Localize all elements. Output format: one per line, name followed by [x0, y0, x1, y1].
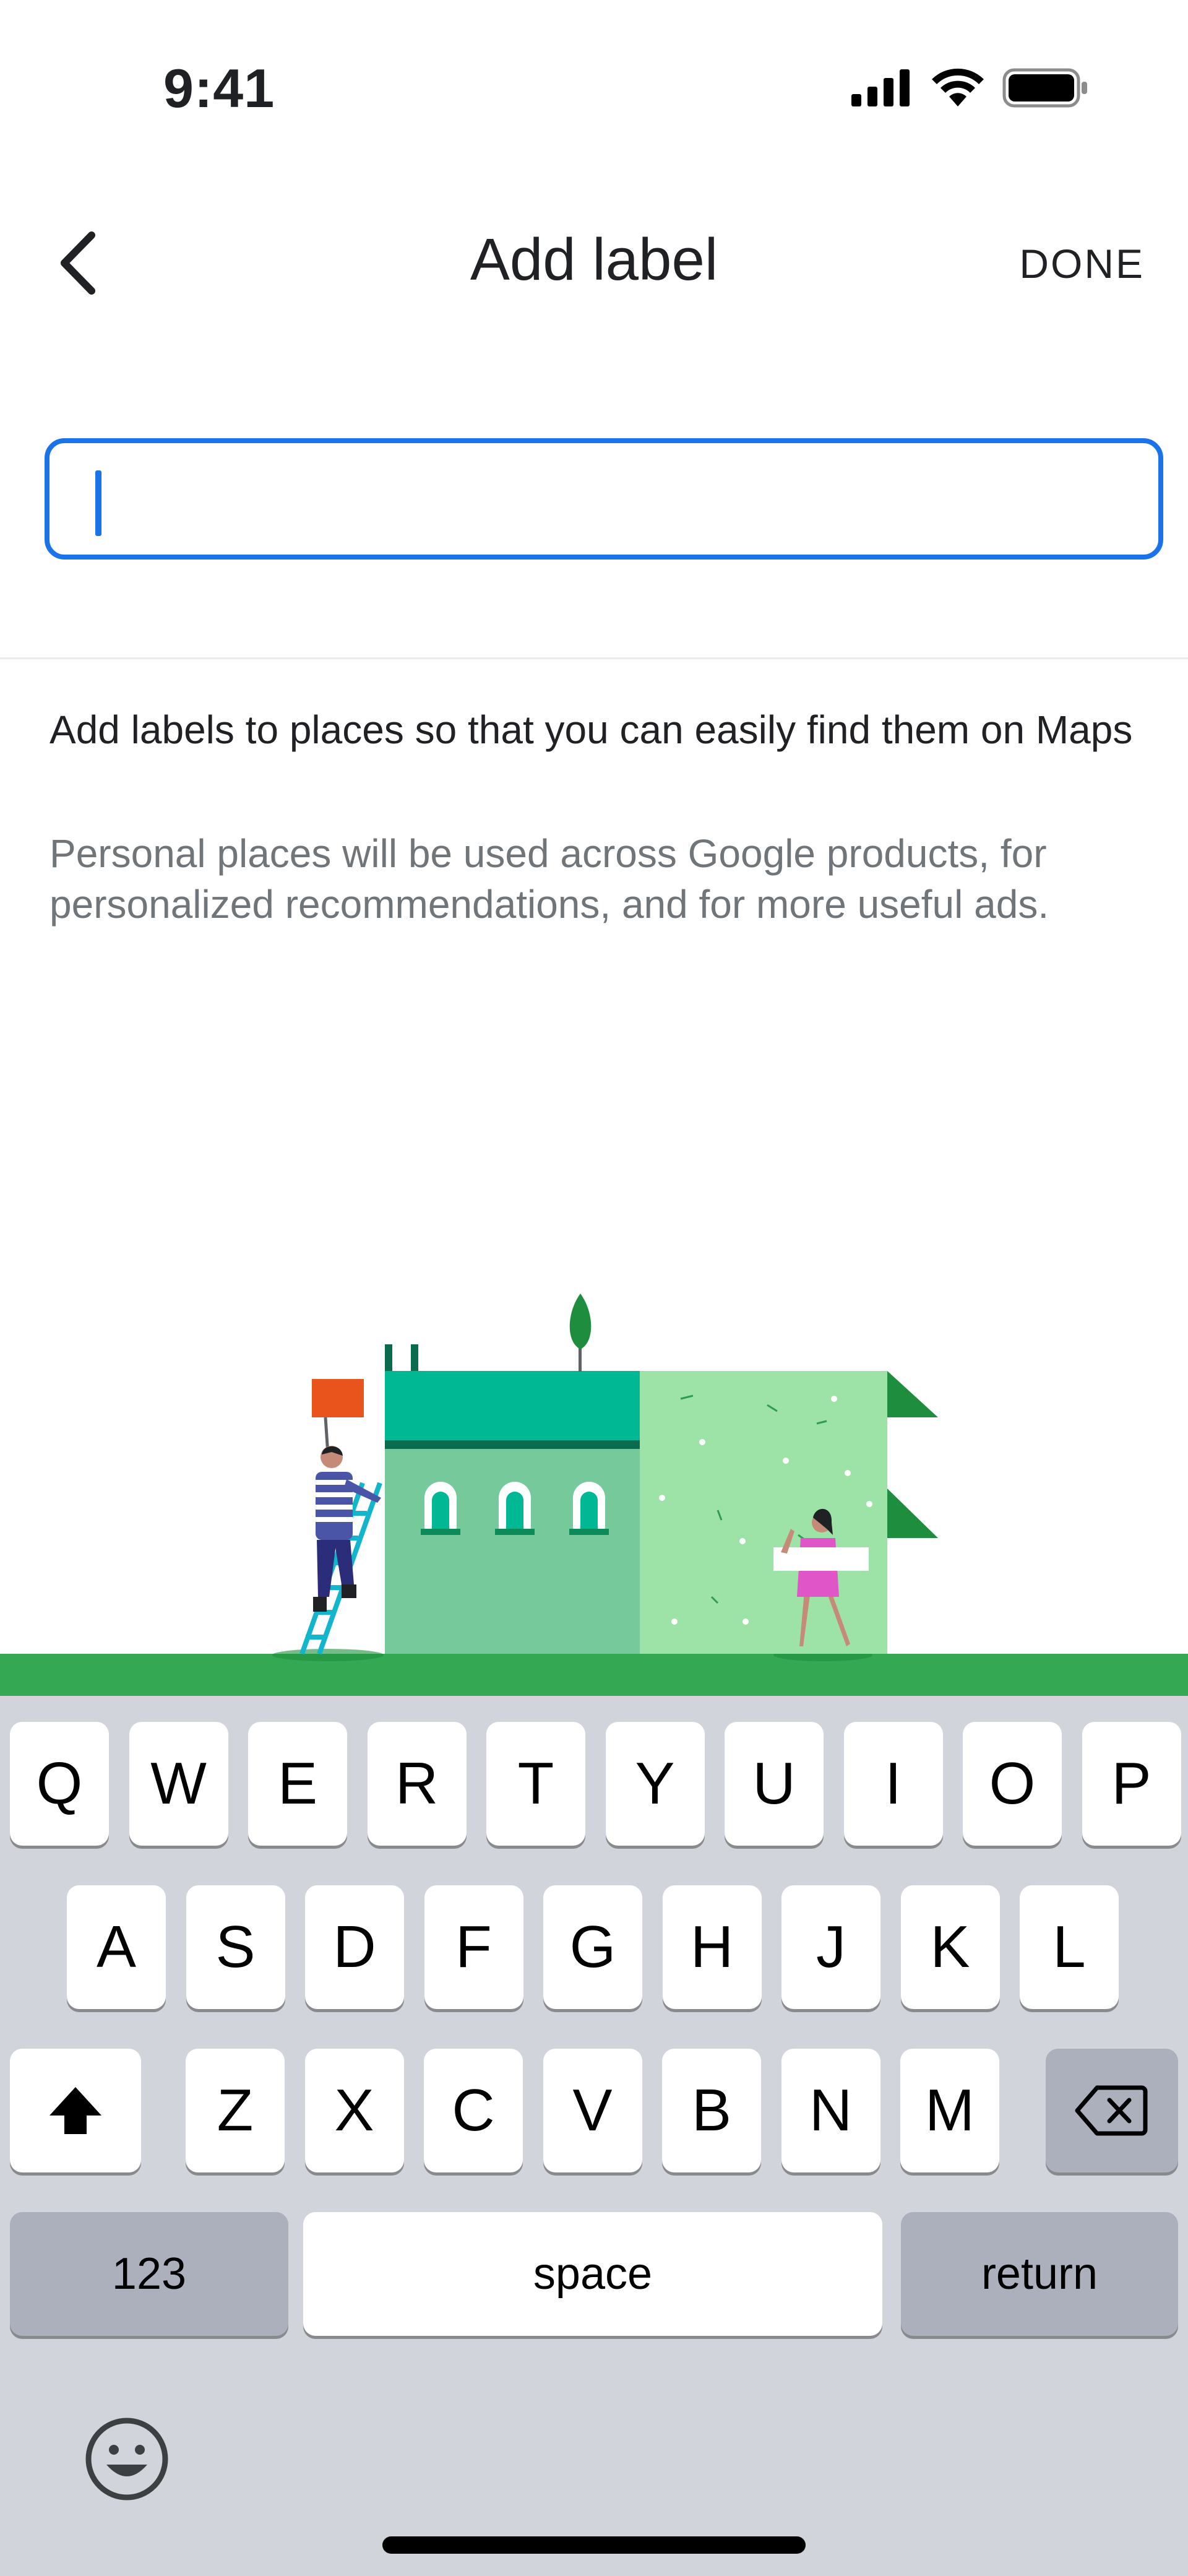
- key-o[interactable]: O: [963, 1722, 1062, 1846]
- key-q[interactable]: Q: [10, 1722, 109, 1846]
- key-b[interactable]: B: [662, 2049, 761, 2172]
- return-key[interactable]: return: [901, 2212, 1178, 2336]
- key-t[interactable]: T: [486, 1722, 585, 1846]
- label-input[interactable]: [97, 443, 1158, 555]
- key-d[interactable]: D: [305, 1885, 404, 2009]
- numbers-key[interactable]: 123: [10, 2212, 288, 2336]
- info-body: Personal places will be used across Goog…: [50, 831, 1049, 927]
- key-e[interactable]: E: [248, 1722, 347, 1846]
- labeled-building-illustration: [0, 1294, 1188, 1702]
- key-z[interactable]: Z: [186, 2049, 285, 2172]
- delete-key[interactable]: [1046, 2049, 1178, 2172]
- key-r[interactable]: R: [367, 1722, 467, 1846]
- key-n[interactable]: N: [781, 2049, 880, 2172]
- emoji-icon: [85, 2418, 168, 2500]
- emoji-key[interactable]: [80, 2413, 173, 2505]
- info-heading: Add labels to places so that you can eas…: [50, 707, 1133, 752]
- key-s[interactable]: S: [186, 1885, 285, 2009]
- key-v[interactable]: V: [543, 2049, 642, 2172]
- key-w[interactable]: W: [129, 1722, 228, 1846]
- wifi-icon: [932, 68, 984, 106]
- key-p[interactable]: P: [1082, 1722, 1181, 1846]
- page-title: Add label: [470, 227, 718, 293]
- status-icons: [851, 68, 1089, 108]
- key-x[interactable]: X: [304, 2049, 404, 2172]
- shift-icon: [50, 2087, 101, 2134]
- key-l[interactable]: L: [1020, 1885, 1119, 2009]
- key-k[interactable]: K: [900, 1885, 1000, 2009]
- shift-key[interactable]: [10, 2049, 141, 2172]
- key-f[interactable]: F: [424, 1885, 523, 2009]
- key-a[interactable]: A: [67, 1885, 166, 2009]
- key-c[interactable]: C: [424, 2049, 523, 2172]
- space-key[interactable]: space: [303, 2212, 882, 2336]
- key-m[interactable]: M: [900, 2049, 999, 2172]
- key-g[interactable]: G: [543, 1885, 642, 2009]
- key-y[interactable]: Y: [605, 1722, 705, 1846]
- key-u[interactable]: U: [725, 1722, 824, 1846]
- status-time: 9:41: [163, 58, 275, 119]
- label-input-field[interactable]: [45, 438, 1163, 560]
- key-i[interactable]: I: [843, 1722, 943, 1846]
- key-j[interactable]: J: [781, 1885, 880, 2009]
- text-cursor: [95, 470, 101, 536]
- cellular-signal-icon: [851, 69, 910, 106]
- backspace-icon: [1075, 2085, 1148, 2136]
- divider: [0, 657, 1188, 659]
- done-button[interactable]: DONE: [1019, 240, 1145, 287]
- key-h[interactable]: H: [662, 1885, 762, 2009]
- battery-icon: [1002, 68, 1087, 108]
- home-indicator: [382, 2536, 806, 2554]
